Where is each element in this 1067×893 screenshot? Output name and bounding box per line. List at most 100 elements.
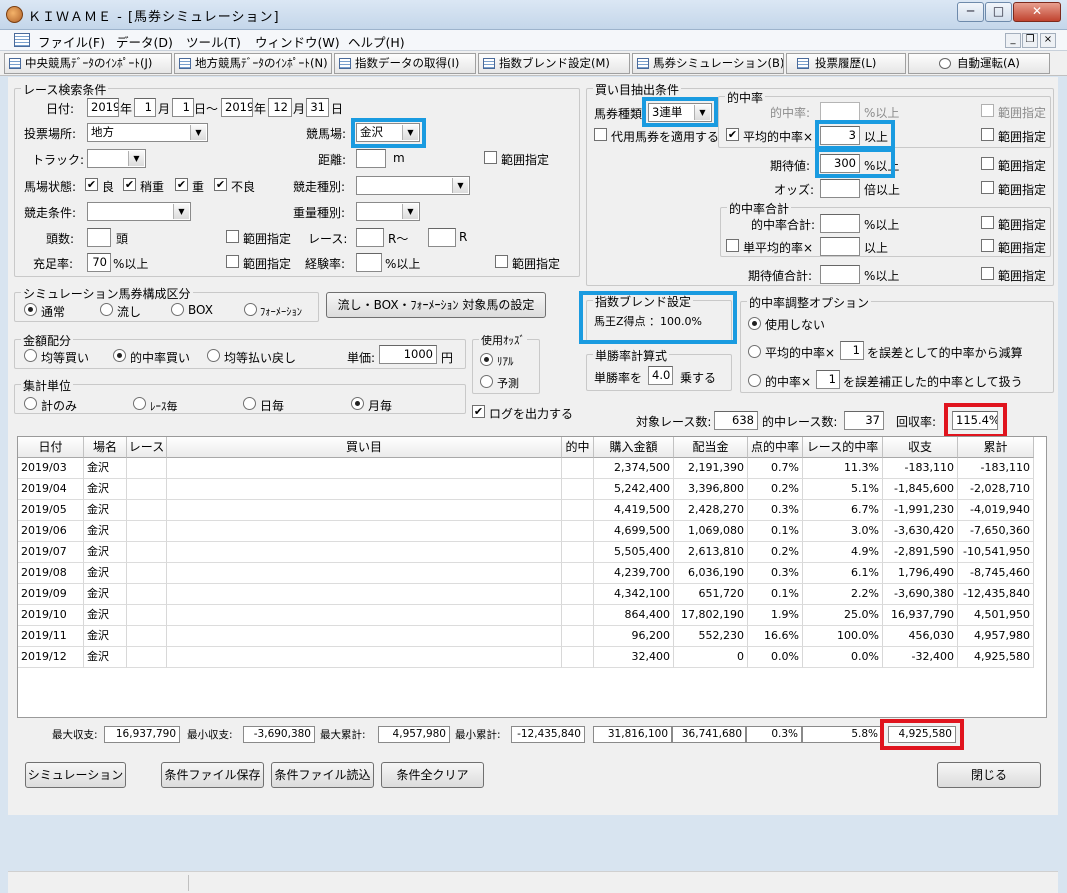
single-avg-checkbox[interactable] xyxy=(726,239,739,252)
hit-rate-range-checkbox[interactable] xyxy=(981,104,994,117)
adjust-correct-input[interactable]: 1 xyxy=(816,370,840,389)
expected-value-input[interactable]: 300 xyxy=(820,154,860,173)
fetch-index-button[interactable]: 指数データの取得(I) xyxy=(334,53,476,74)
start-day-input[interactable]: 1 xyxy=(172,98,194,117)
results-table[interactable]: 日付 場名 レース 買い目 的中 購入金額 配当金 点的中率 レース的中率 収支… xyxy=(17,436,1047,718)
avg-hit-rate-input[interactable]: 3 xyxy=(820,126,860,145)
vote-history-button[interactable]: 投票履歴(L) xyxy=(786,53,906,74)
col-purchase[interactable]: 購入金額 xyxy=(594,437,674,458)
mdi-restore-button[interactable]: ❐ xyxy=(1022,33,1038,48)
cond-heavy-checkbox[interactable]: ✔ xyxy=(175,178,188,191)
maximize-button[interactable]: □ xyxy=(985,2,1012,22)
money-equal-radio[interactable] xyxy=(24,349,37,362)
adjust-correct-radio[interactable] xyxy=(748,374,761,387)
unit-price-input[interactable]: 1000 xyxy=(379,345,437,364)
mdi-close-button[interactable]: × xyxy=(1040,33,1056,48)
menu-window[interactable]: ウィンドウ(W) xyxy=(255,32,340,51)
heads-range-checkbox[interactable] xyxy=(226,230,239,243)
weight-type-select[interactable] xyxy=(356,202,420,221)
menu-tools[interactable]: ツール(T) xyxy=(186,32,241,51)
race-cond-select[interactable] xyxy=(87,202,191,221)
col-race[interactable]: レース xyxy=(127,437,167,458)
venue-select[interactable]: 地方 xyxy=(87,123,208,142)
col-date[interactable]: 日付 xyxy=(18,437,84,458)
single-avg-range-checkbox[interactable] xyxy=(981,239,994,252)
race-to-input[interactable] xyxy=(428,228,456,247)
distance-input[interactable] xyxy=(356,149,386,168)
end-year-input[interactable]: 2019 xyxy=(221,98,253,117)
col-hit[interactable]: 的中 xyxy=(562,437,594,458)
close-button[interactable]: 閉じる xyxy=(937,762,1041,788)
win-rate-power-input[interactable]: 4.0 xyxy=(648,366,673,385)
substitute-ticket-checkbox[interactable] xyxy=(594,128,607,141)
index-blend-button[interactable]: 指数ブレンド設定(M) xyxy=(478,53,630,74)
track-select[interactable]: 金沢 xyxy=(356,123,420,142)
course-select[interactable] xyxy=(87,149,146,168)
distance-range-checkbox[interactable] xyxy=(484,151,497,164)
exp-value-range-checkbox[interactable] xyxy=(981,157,994,170)
odds-input[interactable] xyxy=(820,179,860,198)
log-output-checkbox[interactable]: ✔ xyxy=(472,405,485,418)
agg-race-radio[interactable] xyxy=(133,397,146,410)
load-conditions-button[interactable]: 条件ファイル読込 xyxy=(271,762,374,788)
col-venue[interactable]: 場名 xyxy=(84,437,127,458)
hit-sum-input[interactable] xyxy=(820,214,860,233)
import-central-button[interactable]: 中央競馬ﾃﾞｰﾀのｲﾝﾎﾟｰﾄ(J) xyxy=(4,53,172,74)
col-bets[interactable]: 買い目 xyxy=(167,437,562,458)
sim-nagashi-radio[interactable] xyxy=(100,303,113,316)
clear-conditions-button[interactable]: 条件全クリア xyxy=(381,762,484,788)
avg-hit-range-checkbox[interactable] xyxy=(981,128,994,141)
end-day-input[interactable]: 31 xyxy=(306,98,329,117)
col-race-hit[interactable]: レース的中率 xyxy=(803,437,883,458)
sim-box-radio[interactable] xyxy=(171,303,184,316)
minimize-button[interactable]: ─ xyxy=(957,2,984,22)
adjust-subtract-radio[interactable] xyxy=(748,345,761,358)
fill-range-checkbox[interactable] xyxy=(226,255,239,268)
heads-input[interactable] xyxy=(87,228,111,247)
auto-run-button[interactable]: 自動運転(A) xyxy=(908,53,1050,74)
odds-real-radio[interactable] xyxy=(480,353,493,366)
odds-predict-radio[interactable] xyxy=(480,375,493,388)
start-month-input[interactable]: 1 xyxy=(134,98,156,117)
odds-range-checkbox[interactable] xyxy=(981,181,994,194)
race-type-select[interactable] xyxy=(356,176,470,195)
hit-sum-range-checkbox[interactable] xyxy=(981,216,994,229)
save-conditions-button[interactable]: 条件ファイル保存 xyxy=(161,762,264,788)
exp-range-checkbox[interactable] xyxy=(495,255,508,268)
adjust-none-radio[interactable] xyxy=(748,317,761,330)
hit-rate-input[interactable] xyxy=(820,102,860,121)
col-point-hit[interactable]: 点的中率 xyxy=(748,437,803,458)
col-cumulative[interactable]: 累計 xyxy=(958,437,1034,458)
fill-rate-input[interactable]: 70 xyxy=(87,253,111,272)
simulate-button[interactable]: シミュレーション xyxy=(25,762,126,788)
agg-total-radio[interactable] xyxy=(24,397,37,410)
race-from-input[interactable] xyxy=(356,228,384,247)
menu-help[interactable]: ヘルプ(H) xyxy=(348,32,405,51)
ticket-type-select[interactable]: 3連単 xyxy=(648,103,712,122)
col-payout[interactable]: 配当金 xyxy=(674,437,748,458)
cond-good-checkbox[interactable]: ✔ xyxy=(85,178,98,191)
exp-rate-input[interactable] xyxy=(356,253,382,272)
start-year-input[interactable]: 2019 xyxy=(87,98,119,117)
col-balance[interactable]: 収支 xyxy=(883,437,958,458)
target-horse-settings-button[interactable]: 流し・BOX・ﾌｫｰﾒｰｼｮﾝ 対象馬の設定 xyxy=(326,292,546,318)
cond-slightly-heavy-checkbox[interactable]: ✔ xyxy=(123,178,136,191)
mdi-minimize-button[interactable]: _ xyxy=(1005,33,1021,48)
adjust-subtract-input[interactable]: 1 xyxy=(840,341,864,360)
agg-month-radio[interactable] xyxy=(351,397,364,410)
money-hitrate-radio[interactable] xyxy=(113,349,126,362)
menu-data[interactable]: データ(D) xyxy=(116,32,173,51)
bet-simulation-button[interactable]: 馬券シミュレーション(B) xyxy=(632,53,784,74)
menu-file[interactable]: ファイル(F) xyxy=(38,32,105,51)
cond-bad-checkbox[interactable]: ✔ xyxy=(214,178,227,191)
import-local-button[interactable]: 地方競馬ﾃﾞｰﾀのｲﾝﾎﾟｰﾄ(N) xyxy=(174,53,332,74)
agg-day-radio[interactable] xyxy=(243,397,256,410)
single-avg-input[interactable] xyxy=(820,237,860,256)
end-month-input[interactable]: 12 xyxy=(268,98,292,117)
close-window-button[interactable]: ✕ xyxy=(1013,2,1061,22)
exp-sum-input[interactable] xyxy=(820,265,860,284)
sim-formation-radio[interactable] xyxy=(244,303,257,316)
sim-normal-radio[interactable] xyxy=(24,303,37,316)
money-equal-payout-radio[interactable] xyxy=(207,349,220,362)
exp-sum-range-checkbox[interactable] xyxy=(981,267,994,280)
